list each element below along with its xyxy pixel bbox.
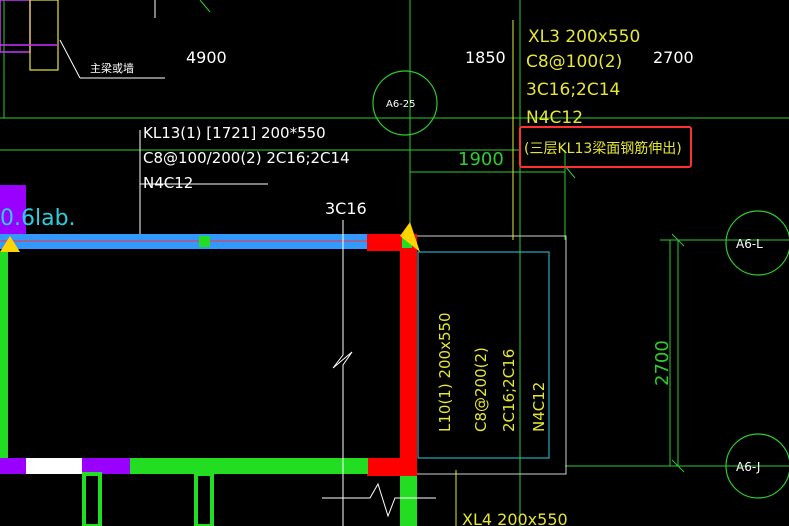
- break-line-horizontal: [322, 482, 436, 518]
- beam-magenta-bottom-left[interactable]: [0, 458, 26, 474]
- xl3-label-line1[interactable]: XL3 200x550: [528, 27, 640, 47]
- l10-label-line1[interactable]: L10(1) 200x550: [436, 312, 454, 432]
- l10-label-line3[interactable]: 2C16;2C16: [500, 349, 518, 432]
- slab-note-label: 0.6lab.: [0, 206, 76, 231]
- beam-green-bottom[interactable]: [130, 458, 368, 474]
- dimension-1900-label: 1900: [458, 149, 504, 170]
- axis-label-a6-l: A6-L: [736, 237, 763, 251]
- beam-green-left[interactable]: [0, 252, 8, 458]
- kl13-label-line2[interactable]: C8@100/200(2) 2C16;2C14: [143, 149, 350, 167]
- axis-label-a6-j: A6-J: [736, 460, 760, 474]
- beam-white-bottom[interactable]: [26, 458, 82, 474]
- beam-green-stub-1[interactable]: [82, 472, 102, 526]
- column-red-bottom[interactable]: [367, 458, 417, 476]
- axis-bubble-a6-l[interactable]: A6-L: [725, 210, 789, 276]
- break-line-vertical: [332, 220, 353, 526]
- kl13-label-line3[interactable]: N4C12: [143, 174, 193, 192]
- beam-green-stub-2[interactable]: [194, 472, 214, 526]
- kl13-label-line1[interactable]: KL13(1) [1721] 200*550: [143, 124, 326, 142]
- beam-green-stub-3[interactable]: [400, 476, 417, 526]
- rebar-3c16-label[interactable]: 3C16: [325, 199, 367, 218]
- beam-magenta-bottom-mid[interactable]: [82, 458, 130, 474]
- xl4-label-line1[interactable]: XL4 200x550: [462, 510, 568, 526]
- wall-note-label: 主梁或墙: [90, 61, 134, 75]
- beam-red-vertical[interactable]: [400, 234, 417, 476]
- cad-drawing-canvas[interactable]: 主梁或墙 4900 1850 2700 A6-25 A6-L A6-J 1900…: [0, 0, 789, 526]
- xl3-label-line4[interactable]: N4C12: [526, 108, 583, 128]
- axis-label-a6-25: A6-25: [386, 99, 416, 110]
- beam-node-marker[interactable]: [199, 236, 210, 247]
- dimension-1850: 1850: [465, 48, 506, 67]
- xl3-label-line3[interactable]: 3C16;2C14: [526, 80, 620, 100]
- l10-label-line2[interactable]: C8@200(2): [472, 347, 490, 432]
- grid-lines: [0, 0, 789, 526]
- dimension-2700-vertical: [671, 233, 685, 473]
- xl3-label-line2[interactable]: C8@100(2): [526, 52, 622, 72]
- dimension-4900: 4900: [186, 48, 227, 67]
- axis-bubble-a6-25[interactable]: A6-25: [372, 70, 438, 136]
- callout-text: (三层KL13梁面钢筋伸出): [524, 140, 682, 157]
- l10-label-line4[interactable]: N4C12: [530, 382, 548, 432]
- dimension-2700-side-label: 2700: [652, 340, 673, 386]
- dimension-2700-top: 2700: [653, 48, 694, 67]
